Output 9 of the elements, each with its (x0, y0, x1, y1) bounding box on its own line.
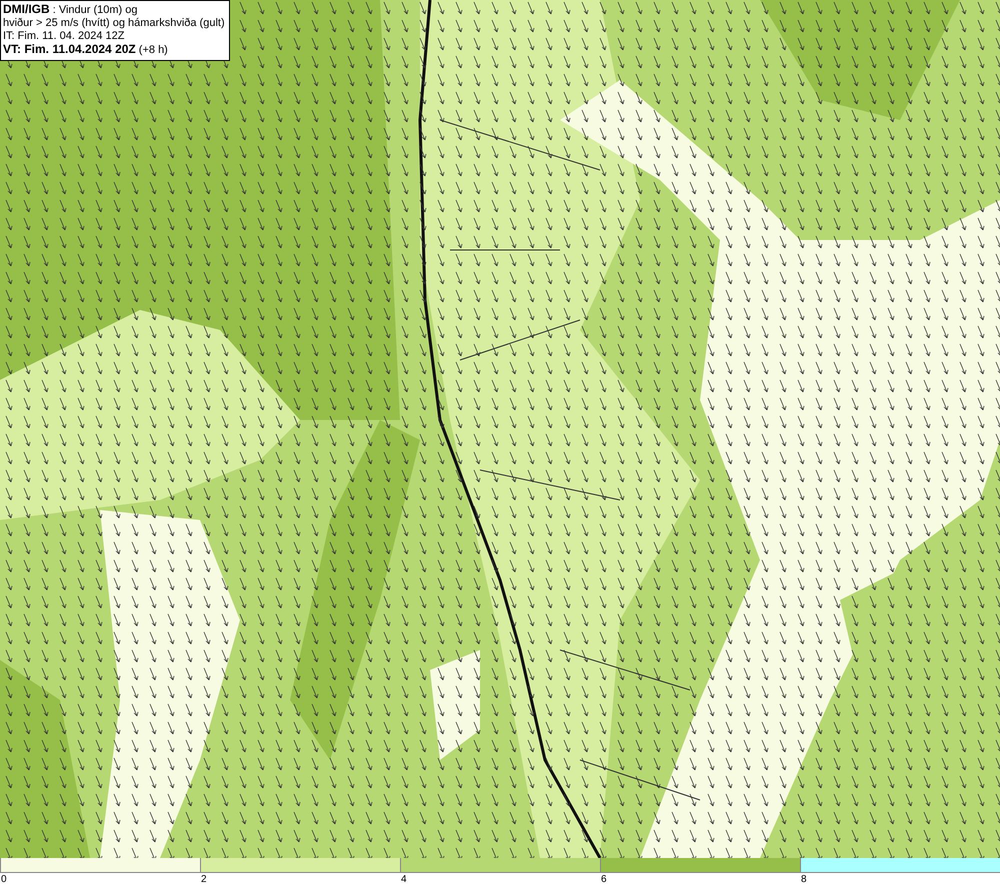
legend-tick-label: 8 (800, 874, 807, 886)
valid-time: VT: Fim. 11.04.2024 20Z (+8 h) (3, 43, 169, 57)
issue-time: IT: Fim. 11. 04. 2024 12Z (3, 30, 126, 43)
map-subtitle: hviður > 25 m/s (hvítt) og hámarkshviða (gult) (3, 17, 225, 30)
legend-tick-label: 0 (0, 874, 7, 886)
legend-tick-label: 6 (600, 874, 607, 886)
legend-tick-label: 4 (400, 874, 407, 886)
legend-tick-label: 2 (200, 874, 207, 886)
map-title: DMI/IGB : Vindur (10m) og (3, 3, 139, 17)
